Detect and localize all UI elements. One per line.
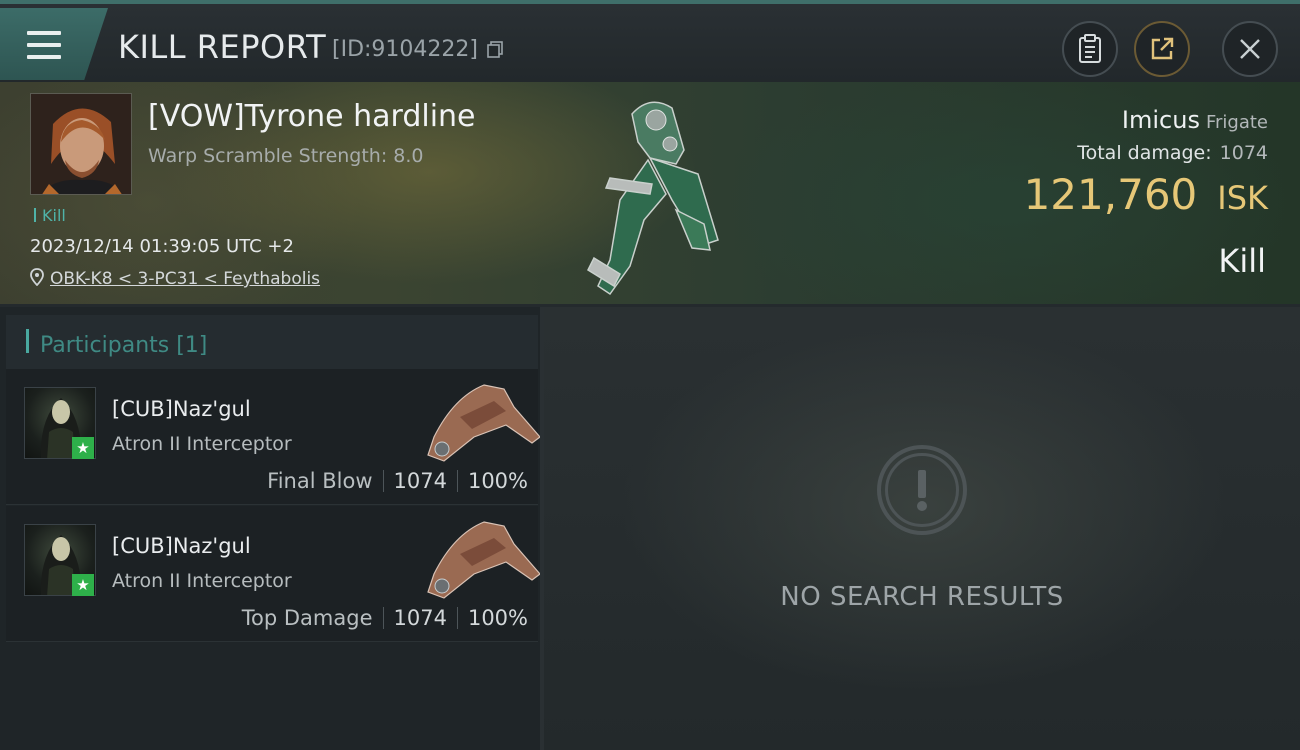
kill-location[interactable]: OBK-K8 < 3-PC31 < Feythabolis: [30, 268, 320, 289]
location-link[interactable]: OBK-K8 < 3-PC31 < Feythabolis: [50, 269, 320, 289]
kill-type-tag: Kill: [34, 206, 66, 225]
participant-ship: Atron II Interceptor: [112, 570, 292, 592]
result-label: Kill: [1218, 242, 1266, 280]
victim-ship-name: Imicus: [1121, 106, 1200, 134]
victim-summary: [VOW]Tyrone hardline Warp Scramble Stren…: [0, 82, 1300, 307]
page-title: KILL REPORT: [118, 28, 327, 66]
victim-ship: Imicus Frigate: [1122, 106, 1268, 134]
hamburger-menu-icon: [27, 31, 61, 59]
menu-button[interactable]: [0, 8, 108, 80]
participant-percent: 100%: [467, 469, 528, 493]
total-damage-label: Total damage:: [1077, 142, 1212, 164]
participant-ship-render: [414, 514, 541, 604]
participant-stat-label: Final Blow: [267, 469, 373, 493]
participant-stats: Top Damage 1074 100%: [242, 606, 528, 630]
participant-row[interactable]: ★ [CUB]Naz'gul Atron II Interceptor Top …: [6, 506, 541, 642]
clipboard-button[interactable]: [1062, 21, 1118, 77]
participant-row[interactable]: ★ [CUB]Naz'gul Atron II Interceptor Fina…: [6, 369, 541, 505]
participant-name: [CUB]Naz'gul: [112, 397, 251, 421]
star-badge-icon: ★: [72, 437, 94, 459]
kill-report-id: [ID:9104222]: [332, 37, 478, 62]
kill-timestamp: 2023/12/14 01:39:05 UTC +2: [30, 236, 294, 257]
victim-ship-render: [580, 90, 730, 302]
location-pin-icon: [30, 268, 44, 287]
victim-ship-class: Frigate: [1205, 112, 1268, 133]
participants-header: Participants [1]: [6, 315, 538, 369]
total-damage: Total damage: 1074: [1077, 142, 1268, 164]
close-button[interactable]: [1222, 21, 1278, 77]
participant-stats: Final Blow 1074 100%: [267, 469, 528, 493]
empty-state-message: NO SEARCH RESULTS: [780, 582, 1064, 612]
isk-value: 121,760: [1023, 170, 1198, 219]
detail-panel: NO SEARCH RESULTS: [544, 307, 1300, 750]
participants-header-accent: [26, 329, 29, 353]
participant-name: [CUB]Naz'gul: [112, 534, 251, 558]
close-icon: [1240, 39, 1260, 59]
clipboard-icon: [1079, 34, 1101, 63]
total-damage-value: 1074: [1219, 142, 1268, 164]
participant-damage: 1074: [393, 606, 447, 630]
share-external-icon: [1151, 37, 1174, 60]
participant-damage: 1074: [393, 469, 447, 493]
exclamation-icon: [877, 445, 967, 535]
participant-ship-render: [414, 377, 541, 467]
share-button[interactable]: [1134, 21, 1190, 77]
victim-name: [VOW]Tyrone hardline: [148, 99, 476, 134]
participant-stat-label: Top Damage: [241, 606, 373, 630]
top-bar: KILL REPORT [ID:9104222]: [0, 0, 1300, 82]
copy-icon[interactable]: [486, 40, 504, 58]
star-badge-icon: ★: [72, 574, 94, 596]
isk-value-group: 121,760 ISK: [1024, 170, 1268, 219]
isk-unit: ISK: [1217, 179, 1268, 217]
participants-title: Participants [1]: [40, 333, 208, 358]
participant-ship: Atron II Interceptor: [112, 433, 292, 455]
warp-scramble-strength: Warp Scramble Strength: 8.0: [148, 145, 424, 167]
participants-panel: Participants [1] ★ [CUB]Naz'gul Atron II…: [0, 307, 544, 750]
participant-percent: 100%: [467, 606, 528, 630]
victim-portrait[interactable]: [30, 93, 132, 195]
